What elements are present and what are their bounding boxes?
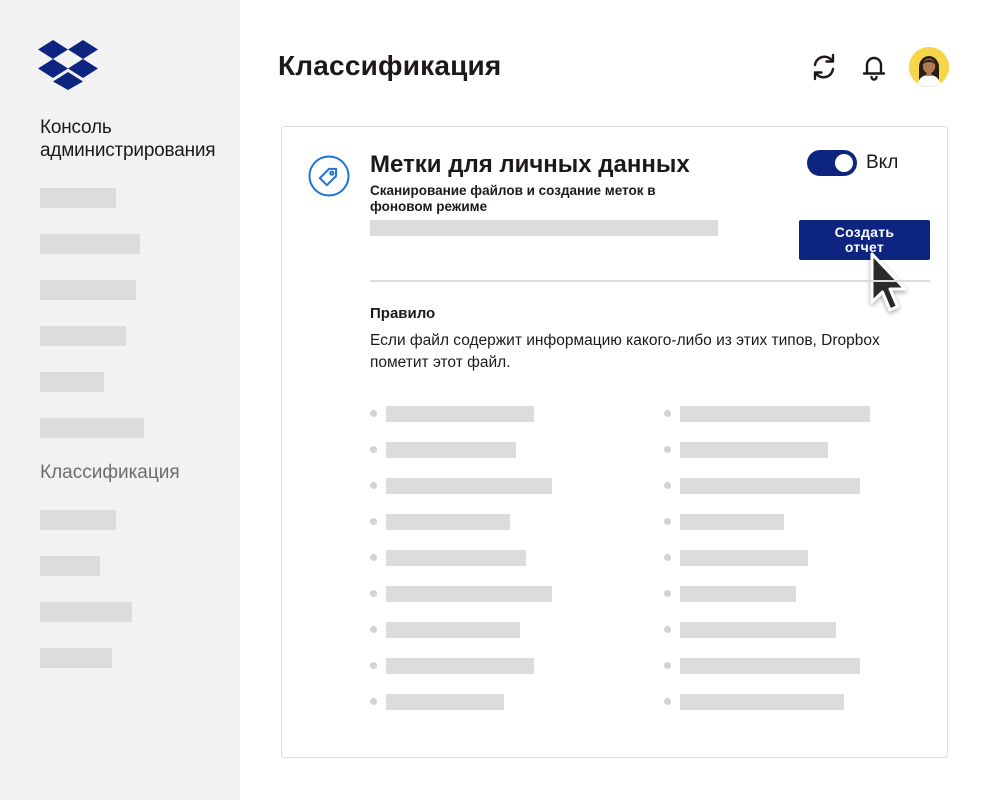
toggle-switch[interactable] <box>807 150 857 176</box>
data-type-item <box>680 478 860 494</box>
sidebar-item-placeholder[interactable] <box>40 556 100 576</box>
bullet <box>370 554 377 561</box>
sidebar-item-placeholder[interactable] <box>40 648 112 668</box>
toggle-knob <box>835 154 853 172</box>
sidebar-item-classification[interactable]: Классификация <box>40 461 180 485</box>
sidebar: Консоль администрирования Классификация <box>0 0 240 800</box>
data-type-item <box>386 478 552 494</box>
bullet <box>370 662 377 669</box>
divider <box>370 280 930 282</box>
data-type-item <box>680 694 844 710</box>
card-subtitle: Сканирование файлов и создание меток в ф… <box>370 183 656 214</box>
data-type-item <box>386 442 516 458</box>
bullet <box>664 698 671 705</box>
bullet <box>370 446 377 453</box>
rule-heading: Правило <box>370 305 436 322</box>
data-type-item <box>386 586 552 602</box>
description-placeholder <box>370 220 718 236</box>
rule-text: Если файл содержит информацию какого-либ… <box>370 332 880 371</box>
data-type-item <box>680 514 784 530</box>
bullet <box>664 590 671 597</box>
sidebar-item-placeholder[interactable] <box>40 326 126 346</box>
avatar[interactable] <box>909 47 949 87</box>
dropbox-logo-icon[interactable] <box>38 38 98 90</box>
bullet <box>370 626 377 633</box>
data-type-item <box>680 586 796 602</box>
sidebar-item-placeholder[interactable] <box>40 372 104 392</box>
sync-icon[interactable] <box>809 52 839 82</box>
bullet <box>370 518 377 525</box>
page-title: Классификация <box>278 50 502 81</box>
bullet <box>370 482 377 489</box>
data-type-item <box>680 550 808 566</box>
data-type-item <box>680 406 870 422</box>
sidebar-item-placeholder[interactable] <box>40 510 116 530</box>
bullet <box>664 518 671 525</box>
bullet <box>664 662 671 669</box>
bell-icon[interactable] <box>859 52 889 82</box>
data-type-item <box>386 514 510 530</box>
data-type-item <box>386 550 526 566</box>
data-type-item <box>386 658 534 674</box>
sidebar-item-placeholder[interactable] <box>40 280 136 300</box>
data-type-item <box>386 694 504 710</box>
data-type-item <box>386 622 520 638</box>
sidebar-item-placeholder[interactable] <box>40 234 140 254</box>
bullet <box>664 554 671 561</box>
tag-icon <box>308 155 350 197</box>
sidebar-item-placeholder[interactable] <box>40 418 144 438</box>
bullet <box>370 590 377 597</box>
data-type-item <box>680 442 828 458</box>
bullet <box>664 410 671 417</box>
bullet <box>664 446 671 453</box>
data-type-item <box>680 622 836 638</box>
toggle-label: Вкл <box>866 152 899 173</box>
bullet <box>664 626 671 633</box>
data-type-item <box>680 658 860 674</box>
user-avatar-icon <box>909 47 949 87</box>
bullet <box>664 482 671 489</box>
sidebar-title: Консоль администрирования <box>40 117 216 161</box>
sidebar-item-placeholder[interactable] <box>40 188 116 208</box>
data-type-item <box>386 406 534 422</box>
card-title: Метки для личных данных <box>370 151 690 178</box>
bullet <box>370 698 377 705</box>
sidebar-item-placeholder[interactable] <box>40 602 132 622</box>
mouse-pointer-icon <box>870 252 907 312</box>
bullet <box>370 410 377 417</box>
